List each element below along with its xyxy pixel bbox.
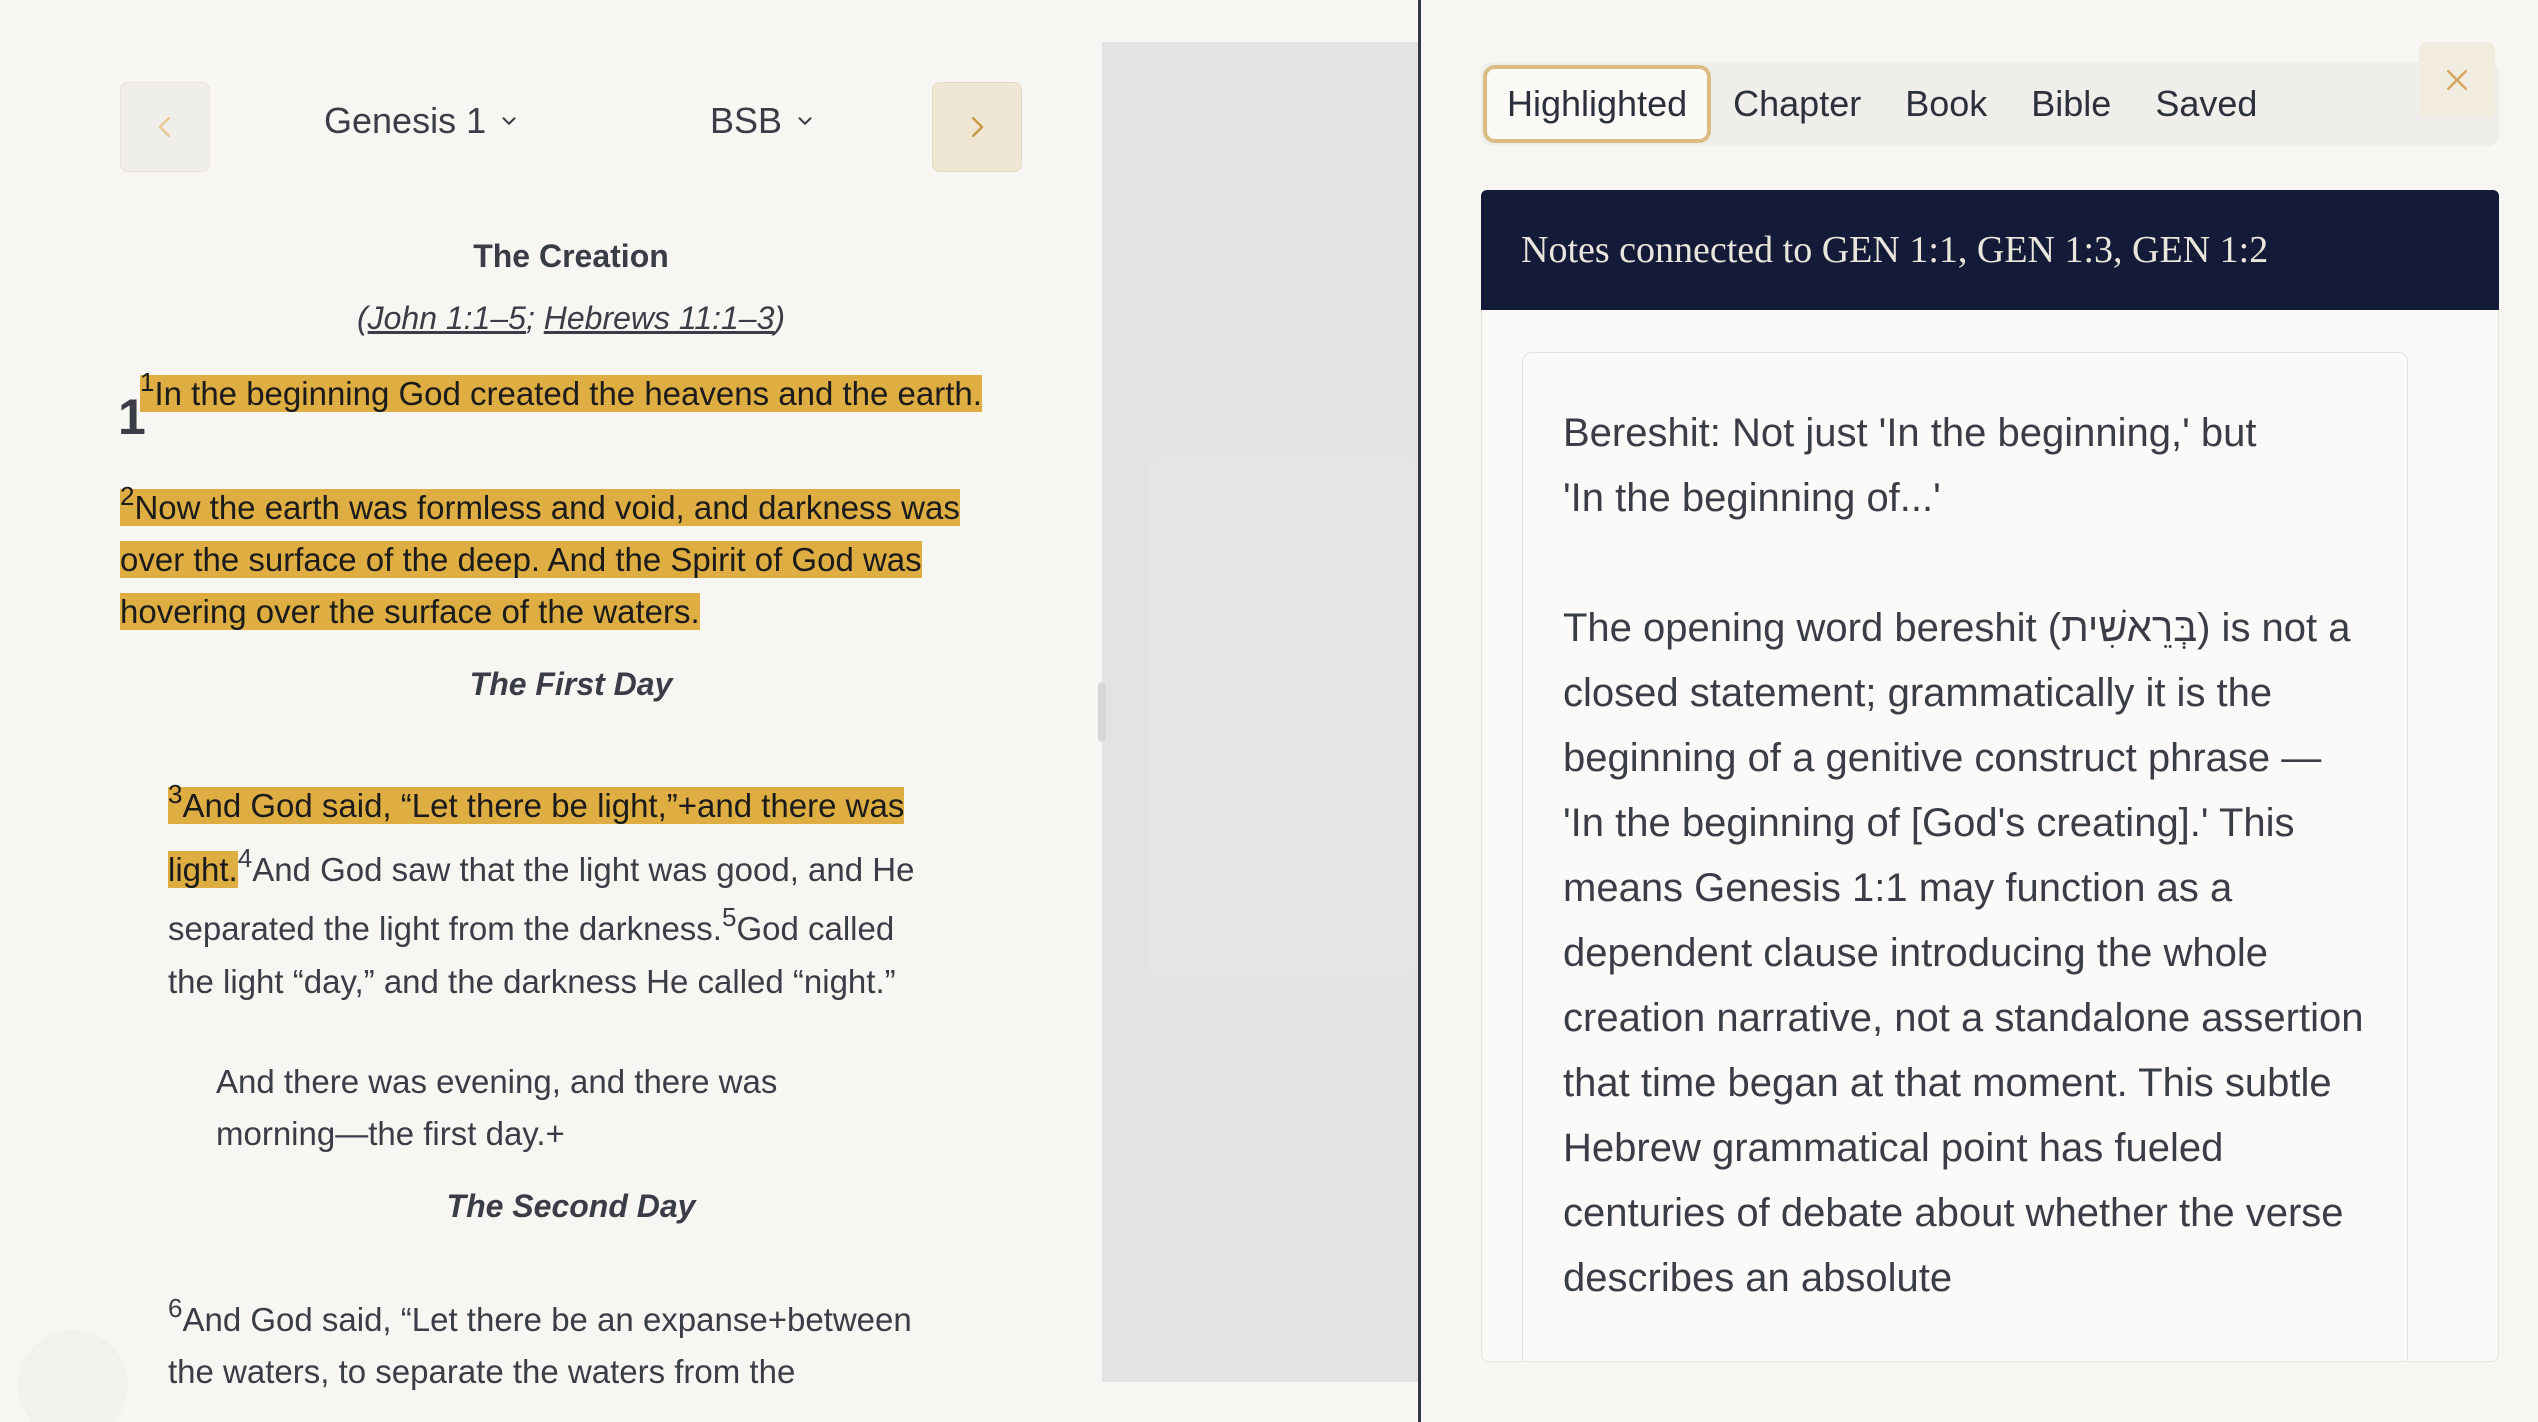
notes-header-title: Notes connected to GEN 1:1, GEN 1:3, GEN… bbox=[1521, 229, 2269, 271]
verse-text: Now the earth was formless and void, and… bbox=[134, 489, 960, 526]
notes-list: Bereshit: Not just 'In the beginning,' b… bbox=[1481, 310, 2499, 1362]
verse-text: God called bbox=[736, 910, 895, 947]
book-chapter-label: Genesis 1 bbox=[324, 100, 487, 141]
notes-pane: Highlighted Chapter Book Bible Saved Not… bbox=[1421, 0, 2538, 1422]
chevron-left-icon bbox=[158, 117, 170, 137]
crossref-close: ) bbox=[774, 300, 786, 336]
chevron-down-icon bbox=[502, 117, 516, 125]
next-chapter-button[interactable] bbox=[932, 82, 1022, 172]
floating-action-button[interactable] bbox=[18, 1330, 128, 1422]
verse-text: morning—the first day.+ bbox=[216, 1115, 565, 1152]
tab-saved[interactable]: Saved bbox=[2133, 65, 2279, 143]
verse-number: 3 bbox=[168, 779, 183, 809]
tab-bible[interactable]: Bible bbox=[2009, 65, 2133, 143]
verse-number: 5 bbox=[721, 902, 737, 932]
verse-text: the light “day,” and the darkness He cal… bbox=[168, 963, 896, 1000]
notes-tabs: Highlighted Chapter Book Bible Saved bbox=[1481, 62, 2499, 146]
chevron-down-icon bbox=[798, 117, 812, 125]
tab-chapter[interactable]: Chapter bbox=[1711, 65, 1883, 143]
verse-number: 6 bbox=[168, 1293, 183, 1323]
background-card bbox=[1148, 456, 1418, 976]
verse-number: 2 bbox=[120, 481, 135, 511]
version-label: BSB bbox=[710, 100, 783, 141]
verse-number: 4 bbox=[237, 843, 253, 873]
resize-handle[interactable] bbox=[1098, 682, 1106, 742]
chevron-right-icon bbox=[972, 117, 984, 137]
verse-1[interactable]: 1In the beginning God created the heaven… bbox=[140, 368, 982, 420]
verse-number: 1 bbox=[140, 367, 155, 397]
note-body: The opening word bereshit (בְּרֵאשִׁית) … bbox=[1563, 606, 2364, 1300]
reader-pane: Genesis 1 BSB The Creation (John 1:1–5; … bbox=[0, 0, 1102, 1422]
note-title-line: Bereshit: Not just 'In the beginning,' b… bbox=[1563, 411, 2257, 455]
note-card[interactable]: Bereshit: Not just 'In the beginning,' b… bbox=[1522, 352, 2408, 1361]
verse-text: In the beginning God created the heavens… bbox=[154, 375, 982, 412]
tab-book[interactable]: Book bbox=[1883, 65, 2009, 143]
verse-text: hovering over the surface of the waters. bbox=[120, 593, 700, 630]
section-heading-first-day: The First Day bbox=[469, 666, 673, 702]
verse-text: And God said, “Let there be an expanse+b… bbox=[182, 1301, 912, 1338]
verse-5-poetry[interactable]: And there was evening, and there was mor… bbox=[216, 1056, 777, 1160]
verse-2[interactable]: 2Now the earth was formless and void, an… bbox=[120, 482, 960, 638]
verse-text: And God saw that the light was good, and… bbox=[252, 851, 915, 888]
crossref-open: ( bbox=[356, 300, 368, 336]
section-heading-second-day: The Second Day bbox=[446, 1188, 696, 1224]
book-chapter-dropdown[interactable]: Genesis 1 bbox=[324, 100, 520, 142]
tab-highlighted[interactable]: Highlighted bbox=[1483, 65, 1712, 143]
verse-text: separated the light from the darkness. bbox=[168, 910, 722, 947]
note-title-line: 'In the beginning of...' bbox=[1563, 476, 1941, 520]
version-dropdown[interactable]: BSB bbox=[710, 100, 816, 142]
verse-text: the waters, to separate the waters from … bbox=[168, 1353, 796, 1390]
verse-text: light. bbox=[168, 851, 238, 888]
close-icon bbox=[2447, 70, 2467, 90]
crossref-separator: ; bbox=[525, 300, 535, 336]
crossref-link-hebrews[interactable]: Hebrews 11:1–3 bbox=[544, 300, 775, 336]
note-title: Bereshit: Not just 'In the beginning,' b… bbox=[1563, 401, 2367, 531]
verses-3-5[interactable]: 3And God said, “Let there be light,”+and… bbox=[168, 774, 914, 1008]
cross-references: (John 1:1–5; Hebrews 11:1–3) bbox=[0, 300, 1102, 337]
verse-text: And there was evening, and there was bbox=[216, 1063, 778, 1100]
previous-chapter-button[interactable] bbox=[120, 82, 210, 172]
verse-text: And God said, “Let there be light,”+and … bbox=[182, 787, 905, 824]
notes-header: Notes connected to GEN 1:1, GEN 1:3, GEN… bbox=[1481, 190, 2499, 310]
verse-6[interactable]: 6And God said, “Let there be an expanse+… bbox=[168, 1294, 912, 1398]
section-heading-creation: The Creation bbox=[473, 238, 669, 274]
close-button[interactable] bbox=[2419, 42, 2495, 118]
verse-text: over the surface of the deep. And the Sp… bbox=[120, 541, 922, 578]
crossref-link-john[interactable]: John 1:1–5 bbox=[368, 300, 526, 336]
